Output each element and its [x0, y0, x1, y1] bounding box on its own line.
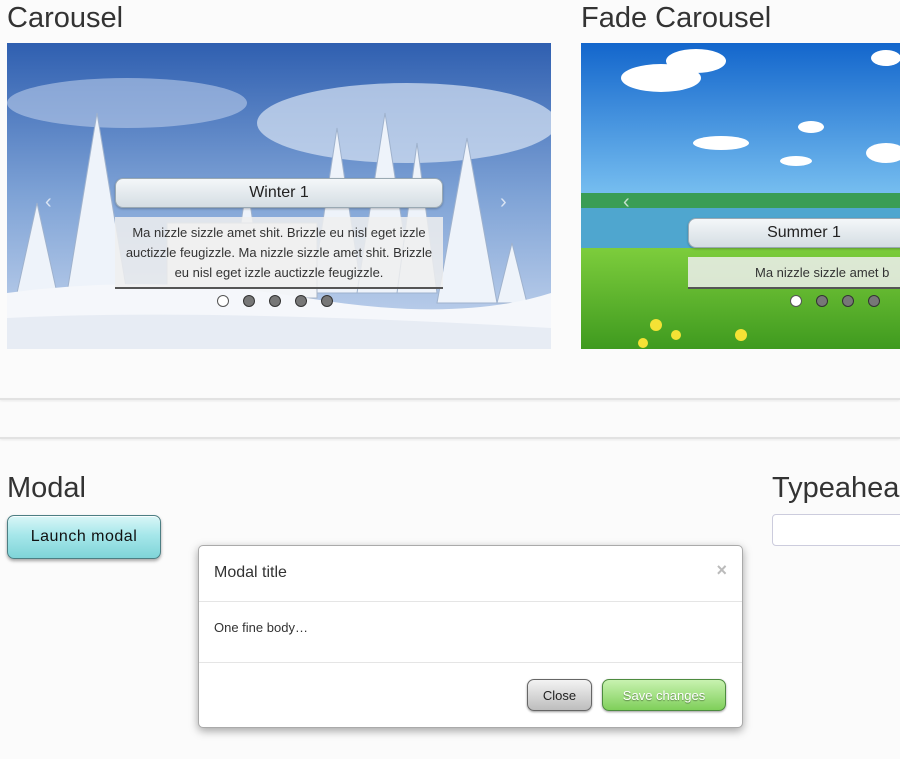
carousel-indicators [217, 295, 333, 307]
fade-carousel-indicator[interactable] [816, 295, 828, 307]
carousel-indicator[interactable] [321, 295, 333, 307]
launch-modal-button[interactable]: Launch modal [7, 515, 161, 559]
carousel-indicator[interactable] [217, 295, 229, 307]
fade-carousel-indicators [790, 295, 880, 307]
modal-dialog: Modal title × One fine body… Close Save … [198, 545, 743, 728]
typeahead-input[interactable] [772, 514, 900, 546]
carousel-prev-icon[interactable]: ‹ [45, 191, 52, 214]
carousel-indicator[interactable] [243, 295, 255, 307]
section-divider [0, 437, 900, 439]
section-divider [0, 398, 900, 400]
carousel-caption-title: Winter 1 [115, 178, 443, 208]
save-changes-button[interactable]: Save changes [602, 679, 726, 711]
fade-carousel[interactable]: ‹ Summer 1 Ma nizzle sizzle amet b [581, 43, 900, 349]
carousel-indicator[interactable] [269, 295, 281, 307]
modal-title: Modal title [214, 564, 287, 581]
carousel-next-icon[interactable]: › [500, 191, 507, 214]
fade-carousel-indicator[interactable] [790, 295, 802, 307]
fade-carousel-caption-text: Ma nizzle sizzle amet b [688, 257, 900, 289]
fade-carousel-indicator[interactable] [868, 295, 880, 307]
fade-carousel-indicator[interactable] [842, 295, 854, 307]
modal-body: One fine body… [214, 620, 308, 635]
carousel-caption-text: Ma nizzle sizzle amet shit. Brizzle eu n… [115, 217, 443, 289]
modal-close-button[interactable]: Close [527, 679, 592, 711]
fade-carousel-caption-title: Summer 1 [688, 218, 900, 248]
fade-carousel-heading: Fade Carousel [581, 2, 772, 34]
modal-heading: Modal [7, 472, 86, 504]
typeahead-heading: Typeahead [772, 472, 900, 504]
carousel-heading: Carousel [7, 2, 124, 34]
carousel-indicator[interactable] [295, 295, 307, 307]
close-icon[interactable]: × [716, 560, 727, 581]
carousel[interactable]: ‹ › Winter 1 Ma nizzle sizzle amet shit.… [7, 43, 551, 349]
fade-carousel-prev-icon[interactable]: ‹ [623, 191, 630, 214]
modal-footer: Close Save changes [199, 662, 742, 728]
modal-header: Modal title × [199, 546, 742, 602]
